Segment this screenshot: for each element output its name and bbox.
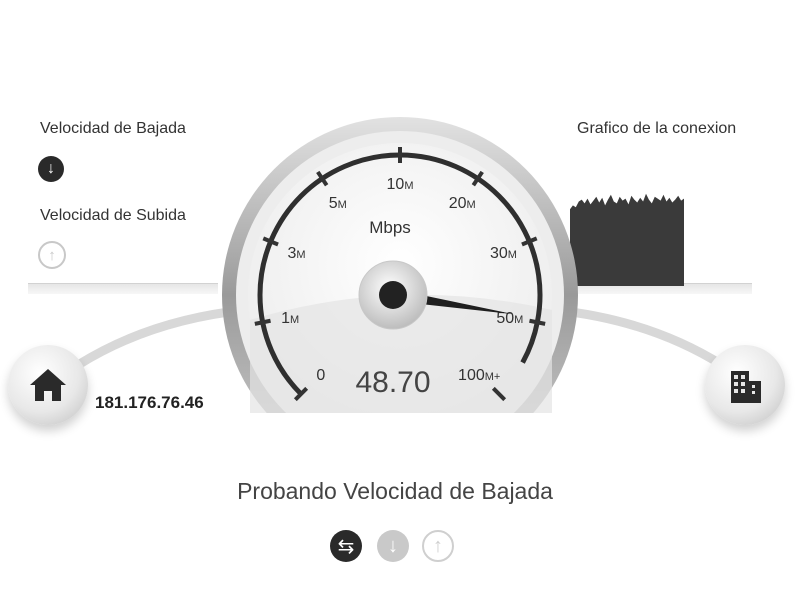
speed-gauge: 01M3M5M10M20M30M50M100M+ Mbps 48.70 [222, 117, 578, 413]
status-text: Probando Velocidad de Bajada [237, 478, 553, 504]
home-icon [30, 369, 66, 401]
download-stage-icon: ↓ [377, 530, 409, 562]
client-node [8, 345, 88, 425]
client-ip: 181.176.76.46 [95, 393, 204, 412]
gauge-unit: Mbps [369, 218, 411, 237]
gauge-scale-label: 0 [316, 367, 325, 384]
server-node [705, 345, 785, 425]
upload-stage-icon: ↑ [422, 530, 454, 562]
ping-exchange-icon: ⇆ [330, 530, 362, 562]
gauge-speed-value: 48.70 [355, 366, 430, 399]
building-icon [731, 371, 761, 403]
